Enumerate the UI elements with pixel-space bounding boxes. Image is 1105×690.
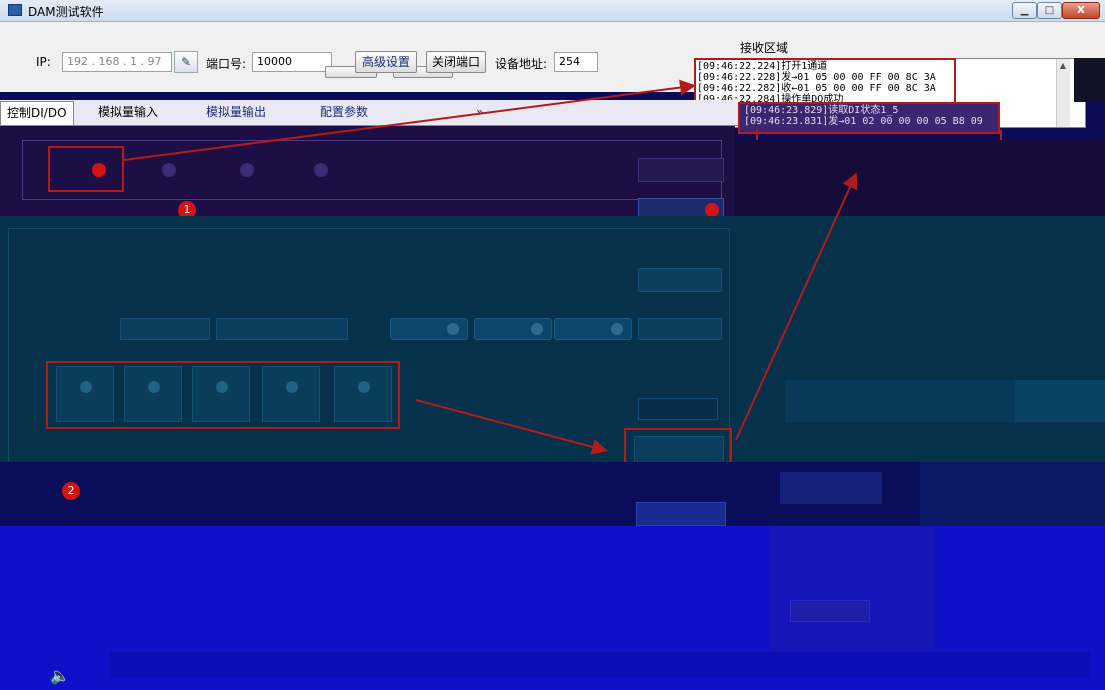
annotation-badge-2: 2 xyxy=(62,482,80,500)
di-field-2[interactable] xyxy=(216,318,348,340)
port-label: 端口号: xyxy=(206,57,247,71)
tab-analog-input[interactable]: 模拟量输入 xyxy=(92,101,188,125)
toggle-switch-1[interactable] xyxy=(390,318,468,340)
do-led-2[interactable] xyxy=(162,163,176,177)
window-title: DAM测试软件 xyxy=(28,5,104,19)
close-button[interactable]: X xyxy=(1062,2,1100,19)
blue-action-button[interactable] xyxy=(790,600,870,622)
title-bar xyxy=(0,0,1105,22)
maximize-button[interactable]: □ xyxy=(1037,2,1062,19)
do-group-box xyxy=(22,140,722,200)
do-led-4[interactable] xyxy=(314,163,328,177)
toggle-switch-3[interactable] xyxy=(554,318,632,340)
di-right-button[interactable] xyxy=(1015,380,1105,422)
navy-field[interactable] xyxy=(780,472,882,504)
port-input[interactable]: 10000 xyxy=(252,52,332,72)
do-panel-right xyxy=(735,140,1105,216)
status-bar xyxy=(110,652,1090,678)
do-action-button-1[interactable] xyxy=(638,158,724,182)
close-port-button[interactable]: 关闭端口 xyxy=(426,51,486,73)
navy-action-button[interactable] xyxy=(636,502,726,526)
toggle-knob xyxy=(611,323,623,335)
toggle-switch-2[interactable] xyxy=(474,318,552,340)
di-aux-button[interactable] xyxy=(638,398,718,420)
ip-label: IP: xyxy=(36,55,51,69)
scroll-up-icon[interactable]: ▲ xyxy=(1057,60,1069,72)
annotation-box-do1 xyxy=(48,146,124,192)
toggle-knob xyxy=(531,323,543,335)
navy-right-panel xyxy=(920,462,1105,526)
device-address-input[interactable]: 254 xyxy=(554,52,598,72)
toggle-knob xyxy=(447,323,459,335)
di-read-button[interactable] xyxy=(638,268,722,292)
speaker-icon[interactable]: 🔈 xyxy=(50,666,70,686)
di-field-1[interactable] xyxy=(120,318,210,340)
ip-input[interactable]: 192 . 168 . 1 . 97 xyxy=(62,52,172,72)
annotation-box-log xyxy=(694,58,956,104)
tab-control-di-do[interactable]: 控制DI/DO xyxy=(0,101,74,125)
log-line: [09:46:23.831]发→01 02 00 00 00 05 B8 09 xyxy=(744,116,983,127)
log-line: [09:46:23.829]读取DI状态1_5 xyxy=(744,105,899,116)
side-strip xyxy=(1074,58,1105,102)
tab-analog-output[interactable]: 模拟量输出 xyxy=(200,101,286,125)
do-status-led xyxy=(705,203,719,217)
edit-ip-button[interactable]: ✎ xyxy=(174,51,198,73)
receive-area-label: 接收区域 xyxy=(740,41,789,55)
do-led-3[interactable] xyxy=(240,163,254,177)
app-icon xyxy=(8,4,22,16)
tab-more[interactable]: » xyxy=(470,101,510,125)
advanced-settings-button[interactable]: 高级设置 xyxy=(355,51,417,73)
minimize-button[interactable]: ▁ xyxy=(1012,2,1037,19)
di-option-button[interactable] xyxy=(638,318,722,340)
device-address-label: 设备地址: xyxy=(495,57,548,71)
annotation-box-di xyxy=(46,361,400,429)
blue-right-panel xyxy=(770,526,935,656)
tab-config[interactable]: 配置参数 xyxy=(314,101,400,125)
